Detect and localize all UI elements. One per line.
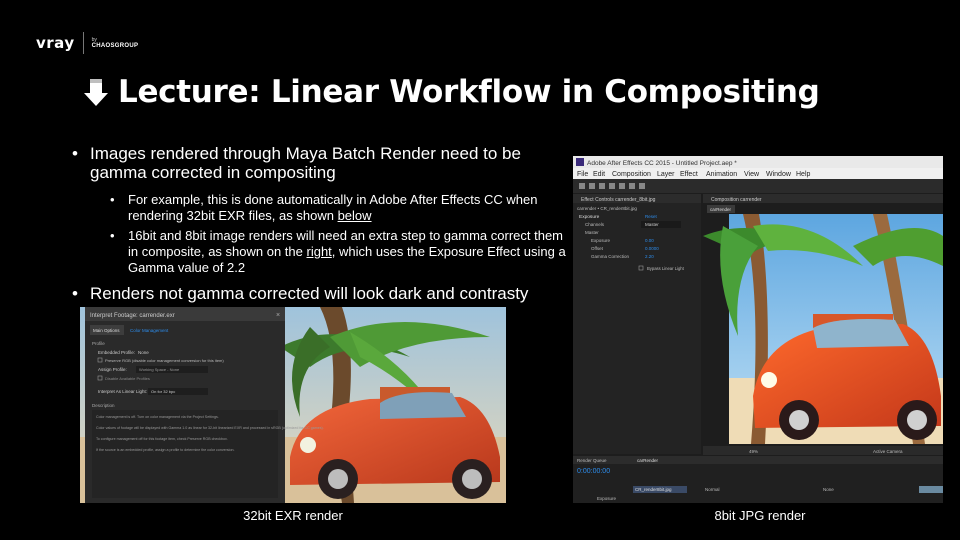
slide-title: Lecture: Linear Workflow in Compositing: [82, 74, 820, 110]
disable-profiles-label: Disable Available Profiles: [105, 376, 150, 381]
logo-divider: [82, 32, 84, 54]
timecode[interactable]: 0:00:00:00: [577, 468, 610, 475]
sub-bullet-1-text: For example, this is done automatically …: [128, 192, 538, 223]
offset-label: Offset: [591, 246, 604, 251]
zoom-level[interactable]: 49%: [749, 449, 758, 454]
desc-line-4: If the source is an embedded profile, as…: [96, 448, 234, 452]
profile-section: Profile: [92, 341, 105, 346]
after-effects-window: Adobe After Effects CC 2015 - Untitled P…: [573, 156, 943, 503]
menu-help[interactable]: Help: [796, 171, 811, 178]
preserve-rgb-label: Preserve RGB (disable color management c…: [105, 358, 224, 363]
layer-row-name[interactable]: CR_render8bit.jpg: [635, 487, 672, 492]
gamma-label: Gamma Correction: [591, 254, 630, 259]
layer-parent[interactable]: None: [823, 487, 834, 492]
bullet-1: Images rendered through Maya Batch Rende…: [72, 144, 570, 182]
tab-color-management[interactable]: Color Management: [130, 328, 169, 333]
embedded-profile-label: Embedded Profile:: [98, 350, 135, 355]
menu-layer[interactable]: Layer: [657, 171, 675, 178]
exr-render-screenshot: Interpret Footage: carrender.exr × Main …: [80, 307, 506, 503]
desc-line-2: Color values of footage will be displaye…: [96, 426, 324, 430]
interpret-linear-label: Interpret As Linear Light:: [98, 389, 147, 394]
interpret-linear-value: On for 32 bpc: [151, 389, 175, 394]
comp-flowchart-tab[interactable]: carRender: [710, 207, 732, 212]
description-title: Description: [92, 403, 115, 408]
composition-tab[interactable]: Composition carrender: [711, 197, 762, 203]
assign-profile-label: Assign Profile:: [98, 367, 127, 372]
gamma-value[interactable]: 2.20: [645, 254, 654, 259]
right-link[interactable]: right: [307, 244, 332, 259]
sub-bullet-2: 16bit and 8bit image renders will need a…: [110, 228, 570, 276]
chaosgroup-name: CHAOSGROUP: [91, 42, 139, 49]
dialog-close-icon[interactable]: ×: [276, 312, 280, 319]
menu-window[interactable]: Window: [766, 171, 792, 178]
fx-row-exposure: Exposure: [597, 496, 617, 501]
active-camera[interactable]: Active Camera: [873, 449, 903, 454]
below-link[interactable]: below: [338, 208, 372, 223]
effect-controls-tab[interactable]: Effect Controls carrender_8bit.jpg: [581, 197, 656, 203]
tab-main-options[interactable]: Main Options: [93, 328, 120, 333]
exposure-value[interactable]: 0.00: [645, 238, 654, 243]
exposure-label: Exposure: [591, 238, 611, 243]
menu-composition[interactable]: Composition: [612, 171, 651, 178]
hand-down-icon: [84, 79, 108, 106]
embedded-profile-value: None: [138, 350, 149, 355]
bypass-linear-label: Bypass Linear Light: [647, 266, 685, 271]
menu-view[interactable]: View: [744, 171, 760, 178]
channels-value: Master: [645, 222, 659, 227]
layer-mode[interactable]: Normal: [705, 487, 720, 492]
after-effects-screenshot: Adobe After Effects CC 2015 - Untitled P…: [573, 156, 943, 503]
exr-render-image: Interpret Footage: carrender.exr × Main …: [80, 307, 506, 503]
channels-label: Channels: [585, 222, 605, 227]
menu-file[interactable]: File: [577, 171, 588, 178]
bullet-2: Renders not gamma corrected will look da…: [72, 284, 570, 303]
dialog-title: Interpret Footage: carrender.exr: [90, 313, 175, 319]
desc-line-1: Color management is off. Turn on color m…: [96, 415, 219, 419]
assign-profile-value: Working Space - None: [139, 367, 180, 372]
menu-effect[interactable]: Effect: [680, 171, 698, 178]
menu-edit[interactable]: Edit: [593, 171, 605, 178]
menu-animation[interactable]: Animation: [706, 171, 737, 178]
master-group: Master: [585, 230, 599, 235]
vray-logo: vray by CHAOSGROUP: [36, 32, 138, 54]
bullet-list: Images rendered through Maya Batch Rende…: [72, 144, 570, 303]
effect-layer-name: carrender • CR_render8bit.jpg: [577, 206, 637, 211]
timeline-tab[interactable]: carRender: [637, 458, 659, 463]
ae-app-icon: [576, 158, 584, 166]
exposure-reset-link[interactable]: Reset: [645, 214, 658, 219]
caption-exr: 32bit EXR render: [243, 508, 343, 523]
ae-window-title: Adobe After Effects CC 2015 - Untitled P…: [587, 160, 737, 167]
exposure-effect-name[interactable]: Exposure: [579, 214, 600, 220]
render-queue-tab[interactable]: Render Queue: [577, 458, 607, 463]
sub-bullet-1: For example, this is done automatically …: [110, 192, 570, 224]
slide-title-text: Lecture: Linear Workflow in Compositing: [118, 74, 820, 110]
offset-value[interactable]: 0.0000: [645, 246, 659, 251]
vray-wordmark: vray: [36, 34, 75, 52]
desc-line-3: To configure management off for this foo…: [96, 437, 228, 441]
caption-jpg: 8bit JPG render: [714, 508, 806, 523]
chaosgroup-wordmark: by CHAOSGROUP: [91, 37, 139, 49]
